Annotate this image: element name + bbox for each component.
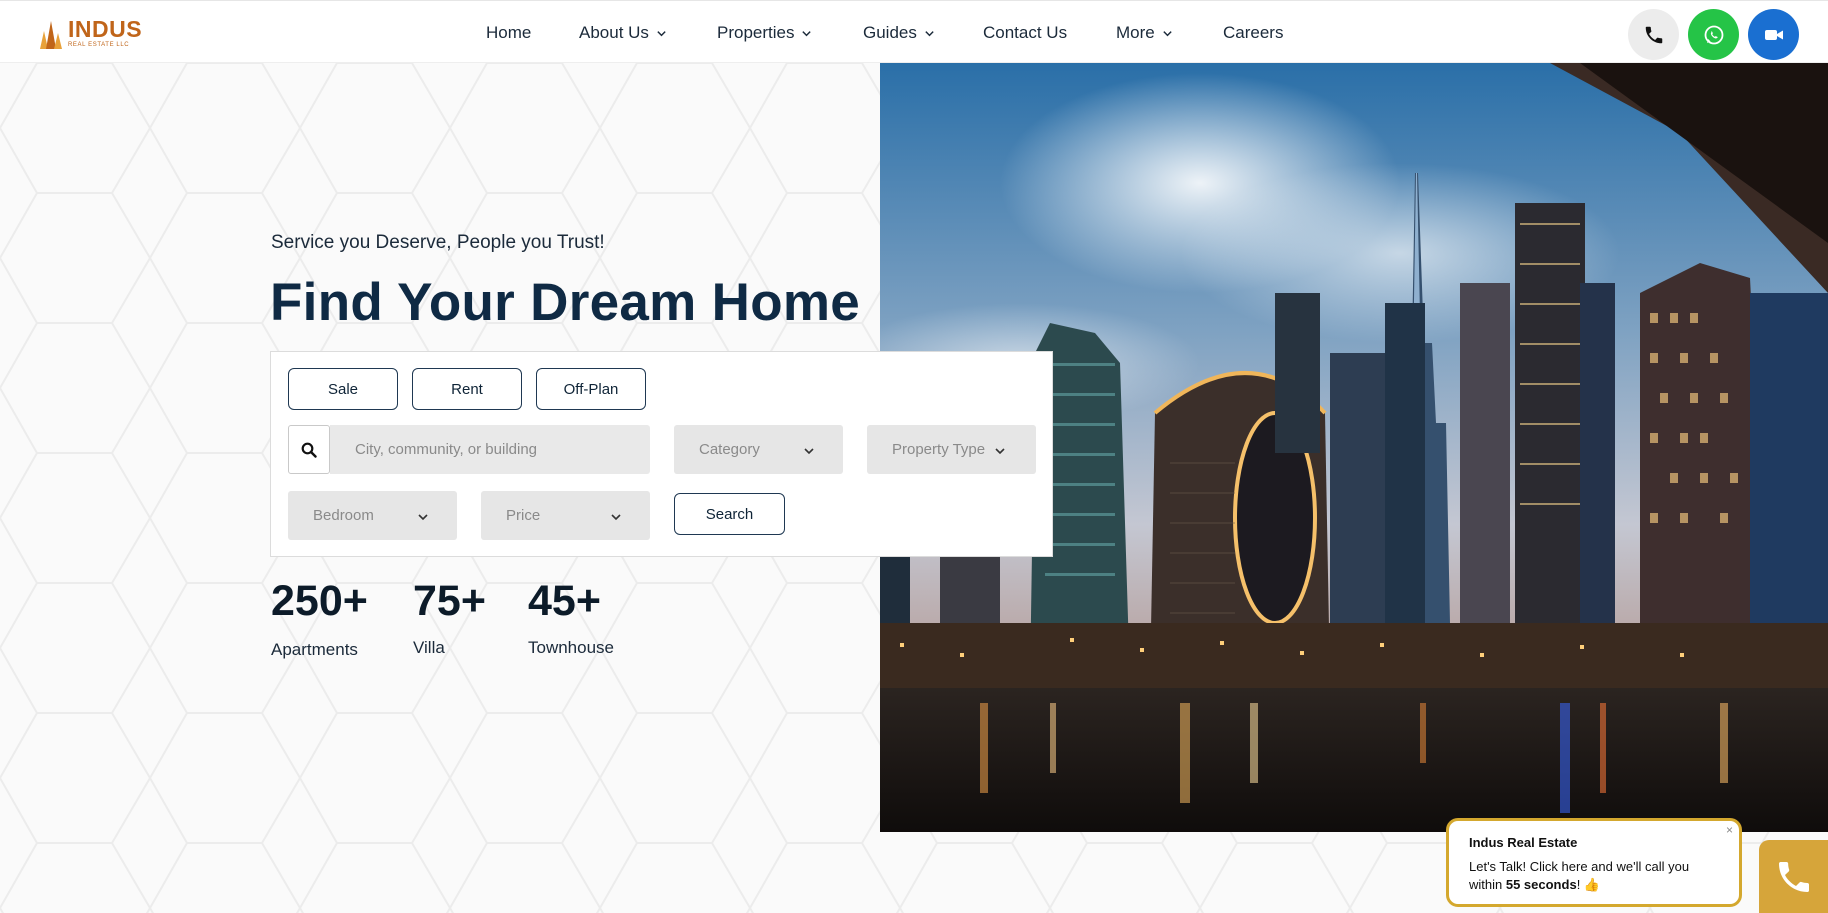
video-call-button[interactable] <box>1748 9 1799 60</box>
nav-label: Properties <box>717 23 795 42</box>
chevron-down-icon <box>995 448 1005 455</box>
phone-call-button[interactable] <box>1628 9 1679 60</box>
property-search-panel: Sale Rent Off-Plan Category Property Typ… <box>270 351 1053 557</box>
stat-value: 45+ <box>528 577 601 625</box>
property-type-select[interactable]: Property Type <box>867 425 1036 474</box>
nav-label: Guides <box>863 23 917 42</box>
nav-label: About Us <box>579 23 649 42</box>
tab-sale[interactable]: Sale <box>288 368 398 410</box>
property-type-select-label: Property Type <box>892 441 986 458</box>
nav-label: Careers <box>1223 23 1284 42</box>
whatsapp-icon <box>1704 25 1723 44</box>
chat-message: Let's Talk! Click here and we'll call yo… <box>1469 858 1719 894</box>
category-select-label: Category <box>699 441 760 458</box>
chevron-down-icon <box>657 30 666 36</box>
chevron-down-icon <box>418 514 428 521</box>
nav-contact-us[interactable]: Contact Us <box>983 23 1067 43</box>
nav-label: Home <box>486 23 532 42</box>
nav-properties[interactable]: Properties <box>717 23 812 43</box>
main-nav: Home About Us Properties Guides Contact … <box>0 1 1828 64</box>
phone-icon <box>1778 861 1809 892</box>
nav-label: More <box>1116 23 1155 42</box>
stat-apartments: 250+ Apartments <box>271 580 368 660</box>
close-icon[interactable]: × <box>1726 823 1733 837</box>
category-select[interactable]: Category <box>674 425 843 474</box>
search-icon <box>301 442 317 458</box>
search-icon-button[interactable] <box>288 425 330 474</box>
search-button[interactable]: Search <box>674 493 785 535</box>
bedroom-select[interactable]: Bedroom <box>288 491 457 540</box>
stat-villa: 75+ Villa <box>413 580 486 658</box>
stat-value: 75+ <box>413 577 486 625</box>
phone-icon <box>1645 26 1662 43</box>
nav-label: Contact Us <box>983 23 1068 42</box>
chat-title: Indus Real Estate <box>1469 835 1578 850</box>
stat-value: 250+ <box>271 577 368 625</box>
site-header: INDUS REAL ESTATE LLC Home About Us Prop… <box>0 0 1828 63</box>
nav-more[interactable]: More <box>1116 23 1173 43</box>
hero-headline: Find Your Dream Home <box>270 273 861 332</box>
chevron-down-icon <box>802 30 812 36</box>
chevron-down-icon <box>925 30 934 36</box>
location-search-input[interactable] <box>330 425 650 474</box>
nav-guides[interactable]: Guides <box>863 23 935 43</box>
call-back-button[interactable] <box>1759 840 1828 913</box>
price-select[interactable]: Price <box>481 491 650 540</box>
nav-about-us[interactable]: About Us <box>579 23 667 43</box>
tab-off-plan[interactable]: Off-Plan <box>536 368 646 410</box>
bedroom-select-label: Bedroom <box>313 507 374 524</box>
video-call-icon <box>1764 29 1783 40</box>
chevron-down-icon <box>804 448 814 455</box>
whatsapp-button[interactable] <box>1688 9 1739 60</box>
tab-rent[interactable]: Rent <box>412 368 522 410</box>
price-select-label: Price <box>506 507 541 524</box>
stat-label: Apartments <box>271 640 358 659</box>
chevron-down-icon <box>611 514 621 521</box>
chat-message-suffix: ! 👍 <box>1576 877 1601 892</box>
callback-chat-popup[interactable]: × Indus Real Estate Let's Talk! Click he… <box>1446 818 1742 907</box>
chat-message-highlight: 55 seconds <box>1505 877 1577 892</box>
stat-townhouse: 45+ Townhouse <box>528 580 614 658</box>
nav-careers[interactable]: Careers <box>1223 23 1283 43</box>
nav-home[interactable]: Home <box>486 23 531 43</box>
hero-tagline: Service you Deserve, People you Trust! <box>271 232 605 253</box>
stat-label: Townhouse <box>528 638 615 657</box>
chevron-down-icon <box>1163 30 1172 36</box>
stat-label: Villa <box>413 638 445 657</box>
